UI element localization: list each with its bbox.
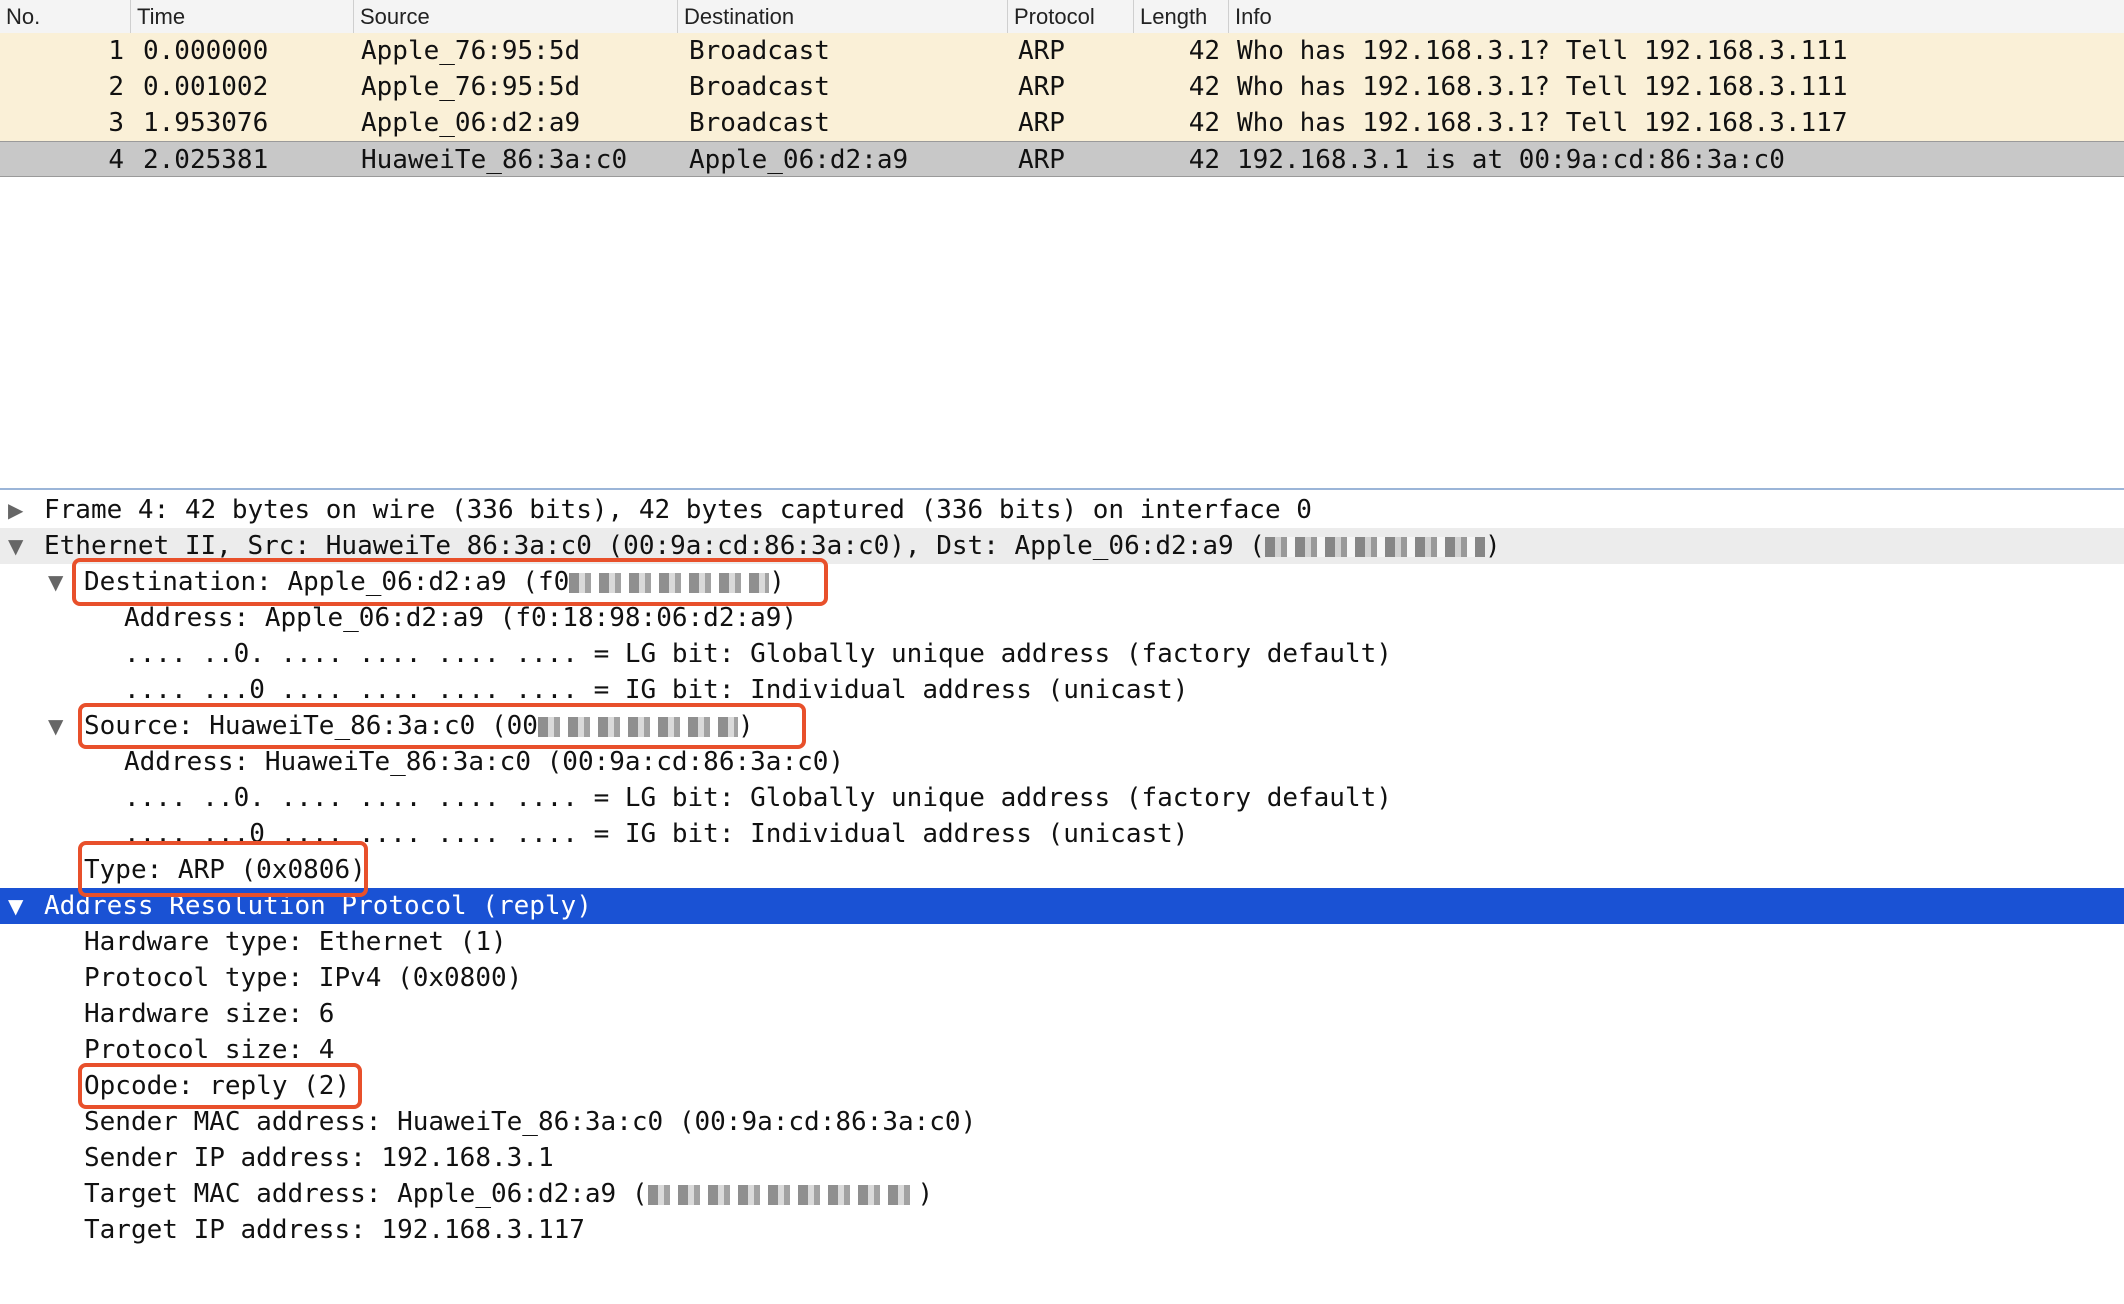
packet-protocol: ARP bbox=[1018, 145, 1065, 175]
packet-time: 2.025381 bbox=[143, 145, 269, 175]
packet-details-pane: ▶ Frame 4: 42 bytes on wire (336 bits), … bbox=[0, 488, 2124, 1304]
packet-source: Apple_06:d2:a9 bbox=[361, 108, 581, 138]
collapse-arrow-down-icon[interactable]: ▼ bbox=[48, 564, 63, 600]
packet-time: 0.001002 bbox=[143, 72, 269, 102]
packet-length: 42 bbox=[1188, 72, 1220, 102]
src-lg-bit-field: .... ..0. .... .... .... .... = LG bit: … bbox=[124, 783, 1392, 813]
tree-item-dst-lg-bit[interactable]: .... ..0. .... .... .... .... = LG bit: … bbox=[0, 636, 2124, 672]
packet-list: No. Time Source Destination Protocol Len… bbox=[0, 0, 2124, 485]
highlight-box-type bbox=[78, 841, 368, 897]
tree-item-src-address[interactable]: Address: HuaweiTe_86:3a:c0 (00:9a:cd:86:… bbox=[0, 744, 2124, 780]
column-header-length[interactable]: Length bbox=[1134, 0, 1229, 34]
dst-lg-bit-field: .... ..0. .... .... .... .... = LG bit: … bbox=[124, 639, 1392, 669]
column-header-protocol[interactable]: Protocol bbox=[1008, 0, 1134, 34]
packet-source: HuaweiTe_86:3a:c0 bbox=[361, 145, 628, 175]
expand-arrow-right-icon[interactable]: ▶ bbox=[8, 492, 23, 528]
sender-mac-field: Sender MAC address: HuaweiTe_86:3a:c0 (0… bbox=[84, 1107, 977, 1137]
packet-info: 192.168.3.1 is at 00:9a:cd:86:3a:c0 bbox=[1237, 145, 1785, 175]
tree-item-target-mac[interactable]: Target MAC address: Apple_06:d2:a9 () bbox=[0, 1176, 2124, 1212]
hw-size-field: Hardware size: 6 bbox=[84, 999, 335, 1029]
frame-summary: Frame 4: 42 bytes on wire (336 bits), 42… bbox=[44, 495, 1312, 525]
packet-no: 4 bbox=[108, 145, 124, 175]
target-ip-field: Target IP address: 192.168.3.117 bbox=[84, 1215, 585, 1245]
column-header-info[interactable]: Info bbox=[1229, 0, 2124, 34]
highlight-box-destination bbox=[72, 558, 828, 606]
tree-item-sender-ip[interactable]: Sender IP address: 192.168.3.1 bbox=[0, 1140, 2124, 1176]
packet-info: Who has 192.168.3.1? Tell 192.168.3.111 bbox=[1237, 72, 1848, 102]
packet-length: 42 bbox=[1188, 36, 1220, 66]
redacted-mac bbox=[1264, 536, 1485, 557]
target-mac-text: Target MAC address: Apple_06:d2:a9 ( bbox=[84, 1179, 648, 1209]
packet-no: 3 bbox=[108, 108, 124, 138]
packet-row-selected[interactable]: 4 2.025381 HuaweiTe_86:3a:c0 Apple_06:d2… bbox=[0, 141, 2124, 177]
packet-time: 0.000000 bbox=[143, 36, 269, 66]
packet-protocol: ARP bbox=[1018, 108, 1065, 138]
packet-source: Apple_76:95:5d bbox=[361, 36, 581, 66]
column-header-destination[interactable]: Destination bbox=[678, 0, 1008, 34]
tree-item-hw-type[interactable]: Hardware type: Ethernet (1) bbox=[0, 924, 2124, 960]
collapse-arrow-down-icon[interactable]: ▼ bbox=[8, 888, 23, 924]
packet-time: 1.953076 bbox=[143, 108, 269, 138]
packet-row[interactable]: 2 0.001002 Apple_76:95:5d Broadcast ARP … bbox=[0, 69, 2124, 105]
packet-protocol: ARP bbox=[1018, 72, 1065, 102]
tree-item-target-ip[interactable]: Target IP address: 192.168.3.117 bbox=[0, 1212, 2124, 1248]
highlight-box-opcode bbox=[78, 1063, 362, 1109]
column-header-time[interactable]: Time bbox=[131, 0, 354, 34]
packet-list-header: No. Time Source Destination Protocol Len… bbox=[0, 0, 2124, 35]
tree-item-sender-mac[interactable]: Sender MAC address: HuaweiTe_86:3a:c0 (0… bbox=[0, 1104, 2124, 1140]
tree-item-frame[interactable]: ▶ Frame 4: 42 bytes on wire (336 bits), … bbox=[0, 492, 2124, 528]
proto-type-field: Protocol type: IPv4 (0x0800) bbox=[84, 963, 523, 993]
ethernet-summary-text: Ethernet II, Src: HuaweiTe_86:3a:c0 (00:… bbox=[44, 531, 1265, 561]
tree-item-hw-size[interactable]: Hardware size: 6 bbox=[0, 996, 2124, 1032]
column-header-source[interactable]: Source bbox=[354, 0, 678, 34]
target-mac-field: Target MAC address: Apple_06:d2:a9 () bbox=[84, 1179, 934, 1209]
packet-row[interactable]: 3 1.953076 Apple_06:d2:a9 Broadcast ARP … bbox=[0, 105, 2124, 141]
collapse-arrow-down-icon[interactable]: ▼ bbox=[8, 528, 23, 564]
packet-destination: Broadcast bbox=[689, 72, 830, 102]
packet-destination: Broadcast bbox=[689, 108, 830, 138]
packet-info: Who has 192.168.3.1? Tell 192.168.3.117 bbox=[1237, 108, 1848, 138]
packet-no: 1 bbox=[108, 36, 124, 66]
packet-destination: Broadcast bbox=[689, 36, 830, 66]
packet-destination: Apple_06:d2:a9 bbox=[689, 145, 909, 175]
packet-no: 2 bbox=[108, 72, 124, 102]
column-header-no[interactable]: No. bbox=[0, 0, 131, 34]
packet-length: 42 bbox=[1188, 108, 1220, 138]
highlight-box-source bbox=[78, 703, 806, 749]
packet-length: 42 bbox=[1188, 145, 1220, 175]
tree-item-src-lg-bit[interactable]: .... ..0. .... .... .... .... = LG bit: … bbox=[0, 780, 2124, 816]
packet-protocol: ARP bbox=[1018, 36, 1065, 66]
packet-info: Who has 192.168.3.1? Tell 192.168.3.111 bbox=[1237, 36, 1848, 66]
tree-item-proto-type[interactable]: Protocol type: IPv4 (0x0800) bbox=[0, 960, 2124, 996]
hw-type-field: Hardware type: Ethernet (1) bbox=[84, 927, 507, 957]
packet-source: Apple_76:95:5d bbox=[361, 72, 581, 102]
sender-ip-field: Sender IP address: 192.168.3.1 bbox=[84, 1143, 554, 1173]
packet-row[interactable]: 1 0.000000 Apple_76:95:5d Broadcast ARP … bbox=[0, 33, 2124, 69]
collapse-arrow-down-icon[interactable]: ▼ bbox=[48, 708, 63, 744]
src-address-field: Address: HuaweiTe_86:3a:c0 (00:9a:cd:86:… bbox=[124, 747, 845, 777]
redacted-mac bbox=[647, 1184, 918, 1205]
